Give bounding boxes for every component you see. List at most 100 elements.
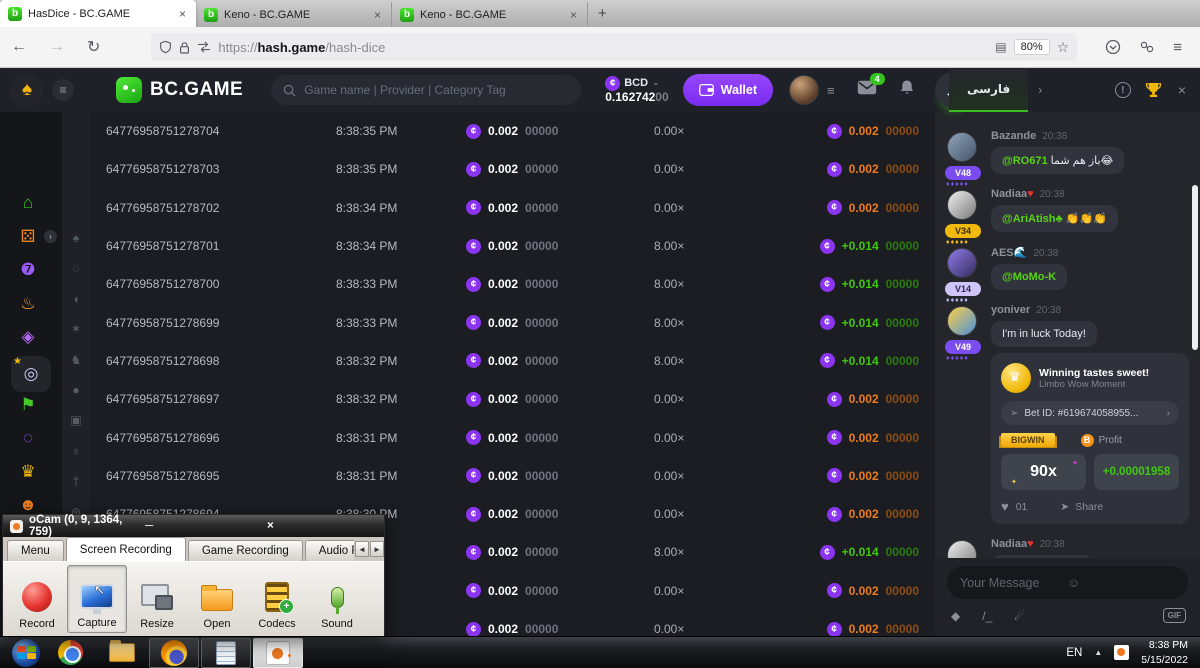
ocam-tab-scroll-left[interactable]: ◄	[355, 541, 369, 557]
tray-ocam-icon[interactable]	[1114, 645, 1129, 660]
chat-scrollbar[interactable]	[1192, 185, 1198, 350]
tray-expand-icon[interactable]: ▲	[1094, 648, 1102, 657]
table-row[interactable]: 647769587512787028:38:34 PM¢0.002000000.…	[90, 189, 935, 227]
ocam-tool-capture[interactable]: ↖Capture	[67, 565, 127, 633]
sidebar-item-crown[interactable]: ♛	[11, 457, 45, 487]
ocam-minimize-button[interactable]: ─	[139, 520, 255, 532]
extensions-icon[interactable]	[1139, 39, 1155, 55]
taskbar-explorer-button[interactable]	[97, 638, 147, 668]
back-icon[interactable]: ←	[0, 38, 38, 56]
browser-tab[interactable]: bKeno - BC.GAME×	[392, 2, 588, 27]
coin-rain-icon[interactable]: ◆	[951, 609, 960, 623]
sidebar-mini-item[interactable]: ◖	[62, 288, 90, 310]
gif-button[interactable]: GIF	[1163, 608, 1186, 623]
table-row[interactable]: 647769587512787038:38:35 PM¢0.002000000.…	[90, 150, 935, 188]
start-button[interactable]	[12, 639, 40, 667]
avatar[interactable]	[789, 75, 819, 105]
table-row[interactable]: 647769587512787048:38:35 PM¢0.002000000.…	[90, 112, 935, 150]
avatar[interactable]	[947, 248, 977, 278]
sidebar-item-seven[interactable]: ❼	[11, 255, 45, 285]
table-row[interactable]: 647769587512787018:38:34 PM¢0.002000008.…	[90, 227, 935, 265]
sidebar-item-beads[interactable]: ◌	[11, 423, 45, 453]
ocam-tab-scroll-right[interactable]: ►	[370, 541, 384, 557]
chat-tab-arrow-icon[interactable]: ›	[1038, 83, 1115, 97]
ocam-tool-open[interactable]: Open	[187, 565, 247, 633]
expand-chevron-icon[interactable]: ›	[44, 230, 57, 243]
chat-message[interactable]: V14♦♦♦♦♦AES🌊20:38@MoMo-K	[935, 238, 1200, 296]
taskbar-notepad-button[interactable]	[201, 638, 251, 668]
win-share-card[interactable]: Winning tastes sweet!Limbo Wow Moment➢Be…	[991, 353, 1189, 524]
sidebar-item-dice[interactable]: ⚄›	[11, 222, 45, 252]
browser-tab[interactable]: bKeno - BC.GAME×	[196, 2, 392, 27]
sidebar-mini-item[interactable]: ◌	[62, 257, 90, 279]
url-bar[interactable]: https://hash.game/hash-dice ▤ 80% ☆	[151, 33, 1077, 61]
ocam-tab-audio-recor[interactable]: Audio Recor	[305, 540, 354, 561]
chat-message[interactable]: V34♦♦♦♦♦Nadiaa♥20:38@yoniver 👏👏	[935, 530, 1200, 558]
sidebar-mini-item[interactable]: ✶	[62, 318, 90, 340]
username[interactable]: Nadiaa♥20:38	[991, 538, 1186, 550]
share-button[interactable]: ➤Share	[1060, 501, 1103, 513]
mention-link[interactable]: @RO671	[1002, 155, 1048, 167]
browser-tab[interactable]: bHasDice - BC.GAME×	[0, 0, 196, 27]
username[interactable]: yoniver20:38	[991, 304, 1186, 316]
new-tab-button[interactable]: +	[588, 5, 617, 22]
url-text[interactable]: https://hash.game/hash-dice	[218, 40, 988, 55]
table-row[interactable]: 647769587512786998:38:33 PM¢0.002000008.…	[90, 303, 935, 341]
sidebar-item-tags[interactable]: ◈	[11, 322, 45, 352]
avatar[interactable]	[947, 540, 977, 558]
taskbar-ocam-button[interactable]	[253, 638, 303, 668]
sidebar-mini-item[interactable]: ▣	[62, 409, 90, 431]
chat-message-input[interactable]: Your Message ☺	[947, 566, 1188, 599]
ocam-close-button[interactable]: ×	[261, 520, 377, 532]
table-row[interactable]: 647769587512787008:38:33 PM¢0.002000008.…	[90, 265, 935, 303]
search-input[interactable]: Game name | Provider | Category Tag	[271, 75, 581, 105]
wallet-button[interactable]: Wallet	[683, 74, 773, 106]
table-row[interactable]: 647769587512786958:38:31 PM¢0.002000000.…	[90, 457, 935, 495]
reader-icon[interactable]: ▤	[995, 40, 1006, 54]
sidebar-mini-item[interactable]: ♞	[62, 349, 90, 371]
profile-menu-icon[interactable]: ≡	[827, 83, 835, 98]
ocam-title-bar[interactable]: oCam (0, 9, 1364, 759) ─ ×	[3, 515, 384, 537]
forward-icon[interactable]: →	[38, 38, 76, 56]
chat-info-icon[interactable]: !	[1115, 82, 1131, 98]
chat-close-icon[interactable]: ×	[1178, 82, 1186, 98]
mail-button[interactable]: 4	[857, 80, 877, 100]
lock-icon[interactable]	[179, 41, 190, 54]
sidebar-item-target[interactable]: ◎★	[11, 356, 51, 392]
taskbar-firefox-button[interactable]	[149, 638, 199, 668]
ocam-tool-sound[interactable]: Sound	[307, 565, 367, 633]
sidebar-collapse-icon[interactable]: ≡	[52, 79, 74, 101]
pocket-icon[interactable]	[1105, 39, 1121, 55]
sidebar-item-spa[interactable]: ♨	[11, 289, 45, 319]
heart-icon[interactable]: ♥	[1001, 499, 1009, 514]
chat-language-tab[interactable]: فارسی	[949, 68, 1028, 112]
bcgame-logo[interactable]: BC.GAME	[116, 77, 243, 103]
sidebar-mini-item[interactable]: †	[62, 470, 90, 492]
chat-message[interactable]: V48♦♦♦♦♦Bazande20:38@RO671 باز هم شما😂	[935, 122, 1200, 180]
ocam-tool-record[interactable]: Record	[7, 565, 67, 633]
table-row[interactable]: 647769587512786968:38:31 PM¢0.002000000.…	[90, 418, 935, 456]
mention-link[interactable]: @AriAtish♣	[1002, 213, 1063, 225]
reload-icon[interactable]: ↻	[76, 37, 111, 57]
table-row[interactable]: 647769587512786978:38:32 PM¢0.002000000.…	[90, 380, 935, 418]
chat-message[interactable]: V34♦♦♦♦♦Nadiaa♥20:38@AriAtish♣ 👏👏👏	[935, 180, 1200, 238]
trophy-icon[interactable]	[1145, 82, 1162, 98]
permissions-icon[interactable]	[197, 41, 211, 53]
sidebar-item-home[interactable]: ⌂	[11, 188, 45, 218]
taskbar-clock[interactable]: 8:38 PM 5/15/2022	[1141, 638, 1188, 666]
spade-logo-icon[interactable]: ♠	[10, 73, 44, 107]
balance-display[interactable]: ¢BCD⌄ 0.16274200	[605, 76, 668, 104]
ocam-tool-resize[interactable]: Resize	[127, 565, 187, 633]
avatar[interactable]	[947, 306, 977, 336]
comet-icon[interactable]: ☄	[1014, 609, 1025, 623]
mention-link[interactable]: @MoMo-K	[1002, 271, 1056, 283]
bookmark-star-icon[interactable]: ☆	[1057, 39, 1070, 56]
sidebar-mini-item[interactable]: ♁	[62, 440, 90, 462]
language-indicator[interactable]: EN	[1066, 647, 1082, 659]
sidebar-item-ticket[interactable]: ⚑	[11, 390, 45, 420]
ocam-tool-codecs[interactable]: Codecs	[247, 565, 307, 633]
zoom-level-badge[interactable]: 80%	[1014, 39, 1050, 55]
ocam-tab-game-recording[interactable]: Game Recording	[188, 540, 303, 561]
tab-close-icon[interactable]: ×	[177, 7, 188, 21]
ocam-tab-screen-recording[interactable]: Screen Recording	[66, 537, 186, 561]
